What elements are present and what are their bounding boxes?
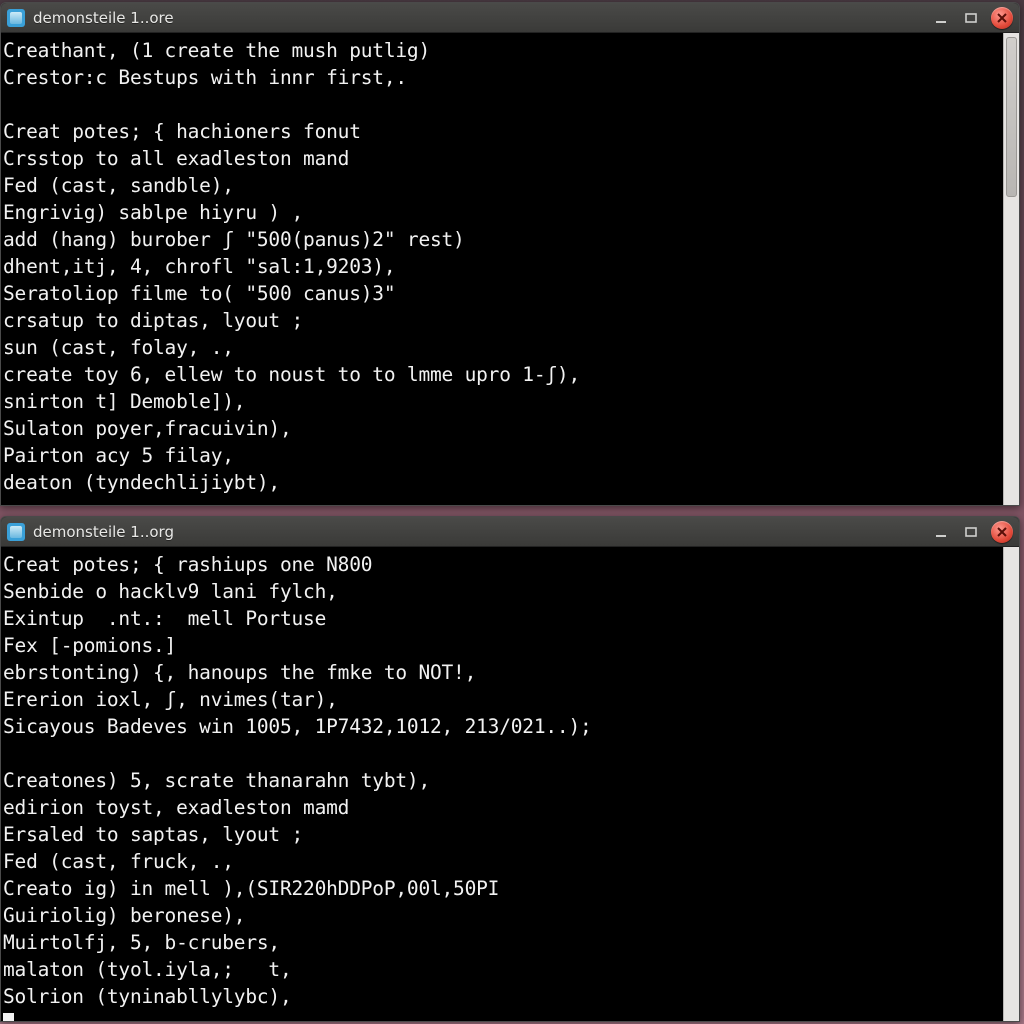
- terminal-line: Ersaled to saptas, lyout ;: [3, 823, 303, 846]
- desktop: demonsteile 1..ore Creathant, (1 create …: [0, 0, 1024, 1024]
- terminal-line: Creathant, (1 create the mush putlig): [3, 39, 430, 62]
- terminal-line: sun (cast, folay, .,: [3, 336, 234, 359]
- terminal-output[interactable]: Creat potes; { rashiups one N800 Senbide…: [1, 547, 1003, 1021]
- window-title: demonsteile 1..org: [33, 523, 931, 541]
- terminal-body: Creat potes; { rashiups one N800 Senbide…: [1, 547, 1019, 1021]
- minimize-button[interactable]: [931, 8, 951, 28]
- terminal-window-2: demonsteile 1..org Creat potes; { rashiu…: [0, 516, 1020, 1022]
- terminal-line: edirion toyst, exadleston mamd: [3, 796, 349, 819]
- terminal-line: Exintup .nt.: mell Portuse: [3, 607, 326, 630]
- terminal-line: Muirtolfj, 5, b-crubers,: [3, 931, 280, 954]
- terminal-line: Creat potes; { rashiups one N800: [3, 553, 372, 576]
- terminal-line: Senbide o hacklv9 lani fylch,: [3, 580, 338, 603]
- restore-button[interactable]: [961, 522, 981, 542]
- terminal-line: snirton t] Demoble]),: [3, 390, 245, 413]
- window-title: demonsteile 1..ore: [33, 9, 931, 27]
- terminal-line: Crestor:c Bestups with innr first,.: [3, 66, 407, 89]
- terminal-line: ebrstonting) {, hanoups the fmke to NOT!…: [3, 661, 476, 684]
- terminal-line: Creatones) 5, scrate thanarahn tybt),: [3, 769, 430, 792]
- terminal-line: Sicayous Badeves win 1005, 1P7432,1012, …: [3, 715, 592, 738]
- restore-icon: [964, 525, 978, 539]
- terminal-line: Fed (cast, fruck, .,: [3, 850, 234, 873]
- terminal-body: Creathant, (1 create the mush putlig) Cr…: [1, 33, 1019, 505]
- restore-button[interactable]: [961, 8, 981, 28]
- terminal-line: crsatup to diptas, lyout ;: [3, 309, 303, 332]
- close-button[interactable]: [991, 521, 1013, 543]
- terminal-line: dhent,itj, 4, chrofl "sal:1,9203),: [3, 255, 395, 278]
- close-button[interactable]: [991, 7, 1013, 29]
- terminal-line: Fex [-pomions.]: [3, 634, 176, 657]
- scrollbar-thumb[interactable]: [1006, 37, 1017, 197]
- window-controls: [931, 7, 1013, 29]
- close-icon: [996, 12, 1008, 24]
- terminal-line: Seratoliop filme to( "500 canus)3": [3, 282, 395, 305]
- minimize-icon: [934, 525, 948, 539]
- terminal-line: add (hang) burober ʃ "500(panus)2" rest): [3, 228, 465, 251]
- scrollbar[interactable]: [1003, 33, 1019, 505]
- minimize-button[interactable]: [931, 522, 951, 542]
- terminal-app-icon: [7, 523, 25, 541]
- titlebar[interactable]: demonsteile 1..org: [1, 517, 1019, 547]
- window-controls: [931, 521, 1013, 543]
- minimize-icon: [934, 11, 948, 25]
- terminal-line: deaton (tyndechlijiybt),: [3, 471, 280, 494]
- terminal-line: Creat potes; { hachioners fonut: [3, 120, 361, 143]
- restore-icon: [964, 11, 978, 25]
- terminal-line: Crsstop to all exadleston mand: [3, 147, 349, 170]
- terminal-line: malaton (tyol.iyla,; t,: [3, 958, 292, 981]
- scrollbar[interactable]: [1003, 547, 1019, 1021]
- terminal-line: Guiriolig) beronese),: [3, 904, 245, 927]
- terminal-line: create toy 6, ellew to noust to to lmme …: [3, 363, 580, 386]
- terminal-line: Fed (cast, sandble),: [3, 174, 234, 197]
- terminal-line: Ererion ioxl, ʃ, nvimes(tar),: [3, 688, 338, 711]
- terminal-line: Pairton acy 5 filay,: [3, 444, 234, 467]
- terminal-output[interactable]: Creathant, (1 create the mush putlig) Cr…: [1, 33, 1003, 505]
- terminal-line: Creato ig) in mell ),(SIR220hDDPoP,00l,5…: [3, 877, 499, 900]
- titlebar[interactable]: demonsteile 1..ore: [1, 3, 1019, 33]
- terminal-line: Sulaton poyer,fracuivin),: [3, 417, 292, 440]
- close-icon: [996, 526, 1008, 538]
- terminal-line: Engrivig) sablpe hiyru ) ,: [3, 201, 303, 224]
- terminal-app-icon: [7, 9, 25, 27]
- terminal-cursor: [3, 1013, 14, 1021]
- terminal-line: Solrion (tyninabllylybc),: [3, 985, 292, 1008]
- terminal-window-1: demonsteile 1..ore Creathant, (1 create …: [0, 2, 1020, 506]
